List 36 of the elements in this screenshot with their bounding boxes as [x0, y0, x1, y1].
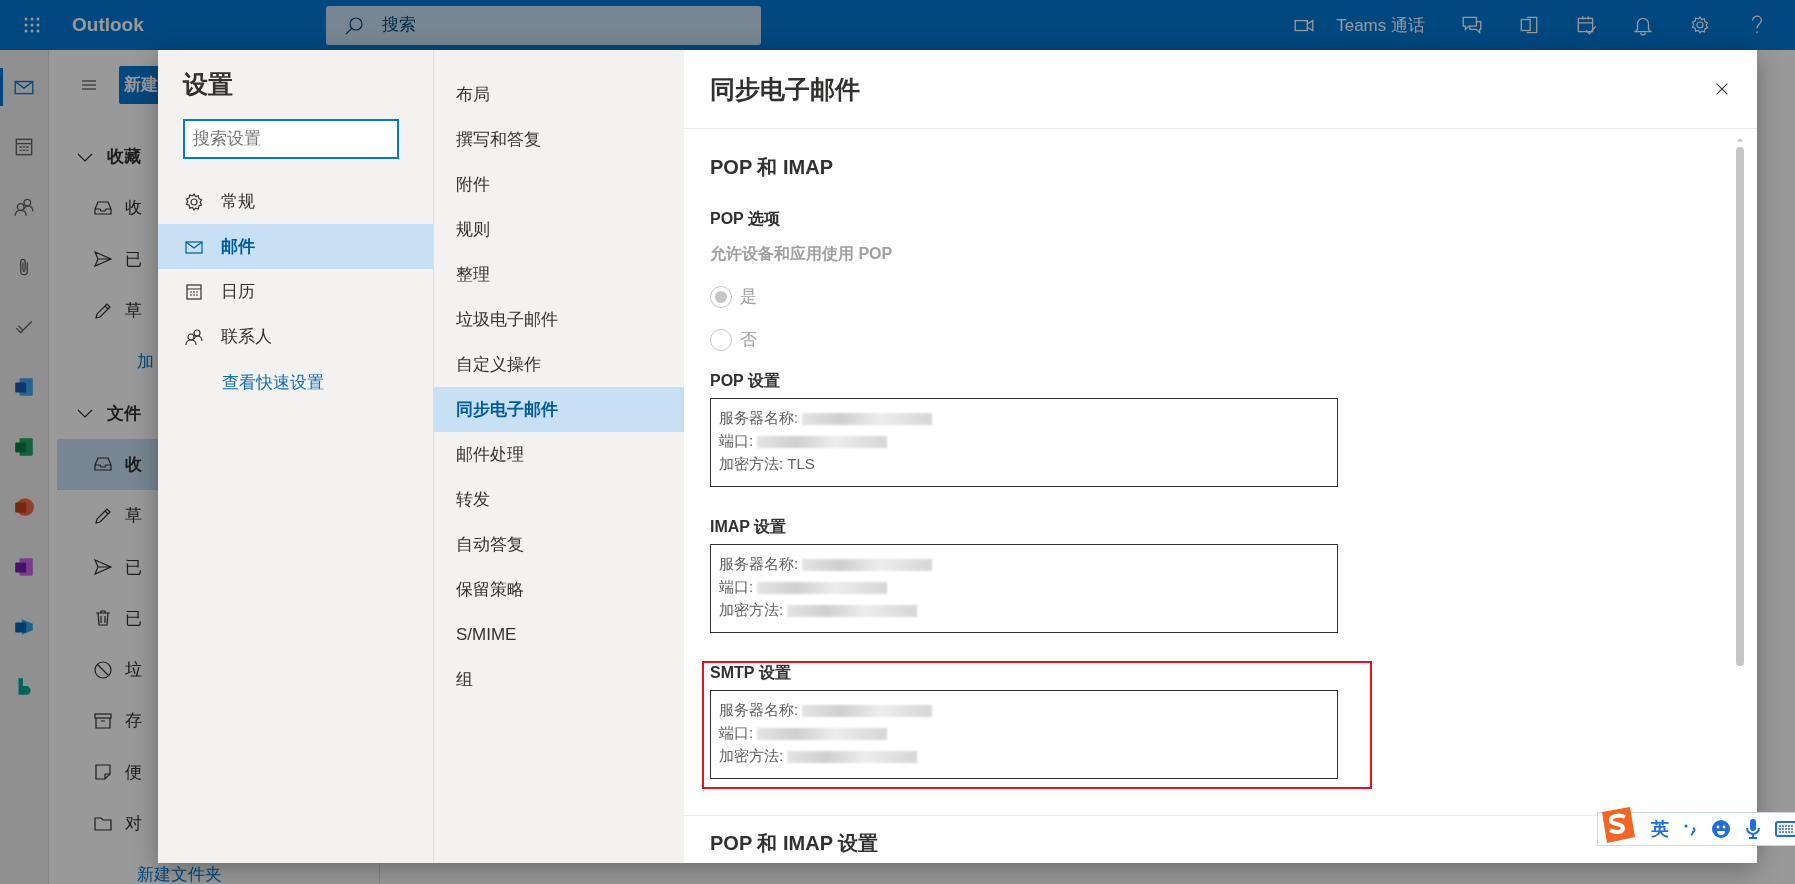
setting-line: 端口:: [719, 724, 754, 743]
folder-name: 已: [125, 607, 142, 630]
group-title: IMAP 设置: [710, 517, 788, 537]
category-label: 常规: [221, 191, 255, 213]
folder-name: 垃: [125, 659, 142, 682]
folder-name: 对: [125, 813, 142, 835]
category-label: 邮件: [221, 236, 255, 258]
folder-name: 便: [125, 761, 142, 784]
setting-line: 端口:: [719, 432, 754, 451]
folder-name: 已: [125, 556, 142, 579]
section-title: 文件: [107, 402, 141, 425]
setting-line: 服务器名称:: [719, 555, 799, 574]
setting-line: 加密方法:: [719, 601, 784, 620]
folder-name: 收: [125, 197, 142, 220]
section-title: 收藏: [107, 146, 141, 169]
folder-name: 存: [125, 710, 142, 733]
section-heading: POP 和 IMAP: [710, 155, 833, 180]
setting-line: 加密方法:: [719, 747, 784, 766]
page-title: 同步电子邮件: [710, 73, 861, 105]
folder-name: 草: [125, 505, 142, 528]
category-label: 日历: [221, 281, 255, 303]
setting-line: 加密方法: TLS: [719, 455, 815, 474]
section-heading: POP 和 IMAP 设置: [710, 831, 879, 856]
group-title: POP 设置: [710, 371, 781, 391]
category-label: 联系人: [221, 326, 272, 348]
option-description: 允许设备和应用使用 POP: [710, 244, 894, 264]
setting-line: 端口:: [719, 578, 754, 597]
group-title: SMTP 设置: [710, 663, 792, 683]
setting-line: 服务器名称:: [719, 409, 799, 428]
settings-title: 设置: [183, 69, 234, 100]
folder-name: 已: [125, 248, 142, 271]
radio-label: 否: [740, 329, 757, 351]
group-title: POP 选项: [710, 209, 781, 229]
folder-name: 草: [125, 300, 142, 323]
setting-line: 服务器名称:: [719, 701, 799, 720]
radio-label: 是: [740, 286, 757, 308]
